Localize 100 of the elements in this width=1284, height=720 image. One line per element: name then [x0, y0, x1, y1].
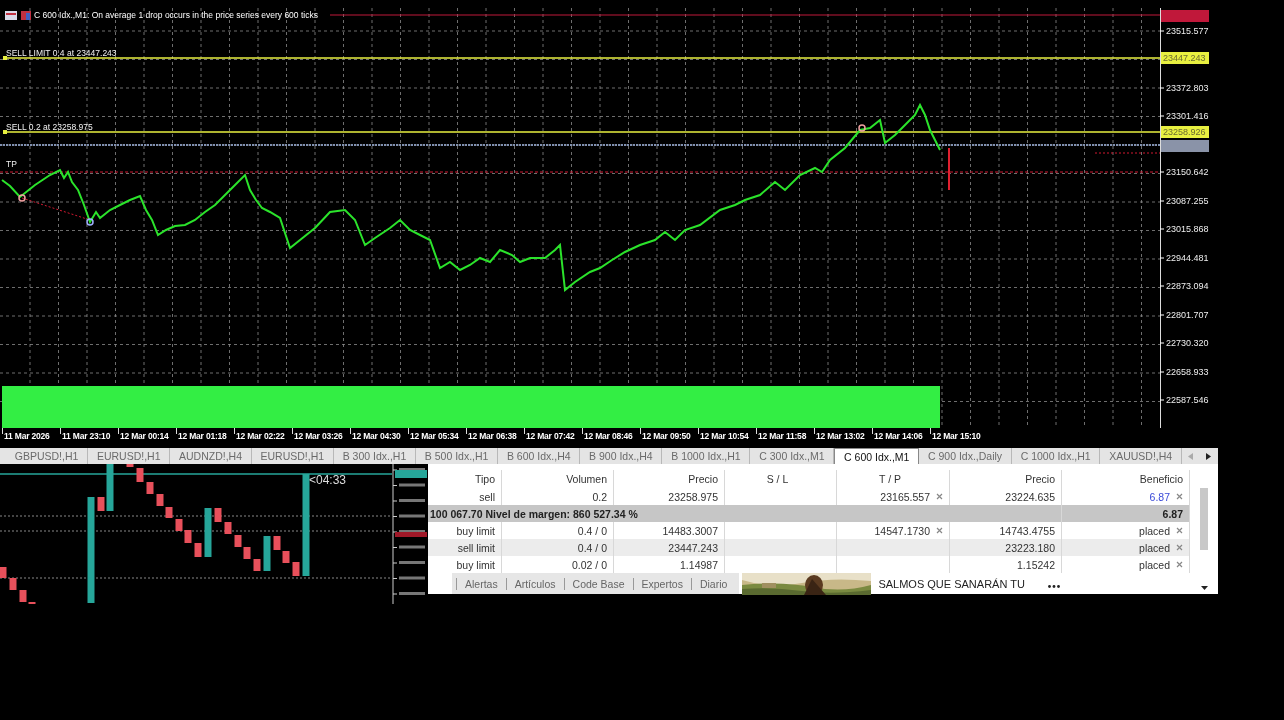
candlestick — [263, 536, 271, 571]
scrollbar-thumb[interactable] — [1200, 488, 1208, 550]
column-header[interactable]: S / L — [766, 473, 789, 485]
table-cell: placed — [1139, 541, 1170, 554]
chart-icon — [21, 11, 31, 20]
terminal-tab[interactable]: Alertas — [456, 577, 506, 590]
price-axis-label: 23301.416 — [1166, 111, 1209, 121]
table-cell: buy limit — [456, 558, 495, 571]
chart-tab[interactable]: C 600 Idx.,M1 — [834, 448, 920, 464]
countdown-label: <04:33 — [309, 473, 347, 487]
right-arrow-icon — [1206, 452, 1212, 460]
time-axis-label: 12 Mar 08:46 — [584, 431, 633, 441]
candlestick — [194, 543, 202, 557]
table-cell: buy limit — [456, 524, 495, 537]
table-cell: 14743.4755 — [999, 524, 1055, 537]
down-arrow-icon — [1200, 586, 1208, 590]
table-cell: 1.14987 — [680, 558, 718, 571]
candlestick — [9, 578, 17, 590]
time-axis-label: 12 Mar 10:54 — [700, 431, 749, 441]
table-cell: 0.4 / 0 — [577, 524, 607, 537]
candlestick — [214, 508, 222, 522]
time-axis-label: 12 Mar 02:22 — [236, 431, 285, 441]
table-cell: placed — [1139, 524, 1170, 537]
table-cell: sell limit — [457, 541, 495, 554]
candlestick — [253, 559, 261, 571]
column-header[interactable]: Precio — [688, 473, 718, 485]
column-header[interactable]: Volumen — [566, 473, 607, 485]
time-axis-label: 12 Mar 15:10 — [932, 431, 981, 441]
price-axis-label: 23015.868 — [1166, 224, 1209, 234]
table-cell: placed — [1139, 558, 1170, 571]
entry-marker — [86, 218, 94, 226]
price-axis-label: 22730.320 — [1166, 338, 1209, 348]
terminal-tab[interactable]: Code Base — [563, 577, 633, 590]
table-cell: 0.2 — [592, 490, 607, 503]
time-axis-label: 12 Mar 09:50 — [642, 431, 691, 441]
terminal-tab[interactable]: Diario — [690, 577, 736, 590]
table-cell: 0.4 / 0 — [577, 541, 607, 554]
price-axis-label: 22587.546 — [1166, 395, 1209, 405]
time-axis-label: 12 Mar 06:38 — [468, 431, 517, 441]
chart-title: C 600 Idx.,M1: On average 1 drop occurs in the price series every 600 ticks — [34, 10, 318, 20]
column-header[interactable]: Tipo — [474, 473, 495, 485]
price-axis-label: 22944.481 — [1166, 253, 1209, 263]
time-axis-label: 11 Mar 2026 — [4, 431, 50, 441]
price-axis-label: 23087.255 — [1166, 196, 1209, 206]
table-cell: 14547.1730 — [874, 524, 930, 537]
order-label: SELL 0.2 at 23258.975 — [6, 122, 93, 132]
candlestick — [136, 468, 144, 482]
price-axis-label: 23515.577 — [1166, 26, 1209, 36]
candlestick — [0, 567, 7, 578]
ad-headline[interactable]: SALMOS QUE SANARÁN TU — [878, 577, 1025, 590]
close-icon[interactable] — [936, 493, 943, 500]
price-tag — [1161, 10, 1209, 22]
time-axis-label: 12 Mar 14:06 — [874, 431, 923, 441]
price-tag: 23258.926 — [1161, 126, 1209, 138]
table-cell: 23447.243 — [668, 541, 718, 554]
table-cell: 14483.3007 — [662, 524, 718, 537]
price-tag: 23447.243 — [1161, 52, 1209, 64]
close-icon[interactable] — [1176, 493, 1183, 500]
time-axis-label: 11 Mar 23:10 — [62, 431, 111, 441]
price-tag — [395, 532, 427, 537]
candlestick — [146, 482, 154, 494]
price-axis-label: 23372.803 — [1166, 83, 1209, 93]
stop-line — [1094, 152, 1161, 154]
time-axis-label: 12 Mar 07:42 — [526, 431, 575, 441]
price-axis-label: 23150.642 — [1166, 167, 1209, 177]
order-label: SELL LIMIT 0.4 at 23447.243 — [6, 48, 117, 58]
terminal-tab[interactable]: Artículos — [505, 577, 564, 590]
take-profit-label: TP — [6, 159, 17, 169]
close-icon[interactable] — [1176, 561, 1183, 568]
close-icon[interactable] — [936, 527, 943, 534]
time-axis-label: 12 Mar 11:58 — [758, 431, 807, 441]
more-icon — [1048, 584, 1060, 588]
window-icon — [5, 11, 17, 20]
time-axis-label: 12 Mar 04:30 — [352, 431, 401, 441]
close-icon[interactable] — [1176, 544, 1183, 551]
table-cell: 23223.180 — [1005, 541, 1055, 554]
candlestick — [204, 508, 212, 557]
time-axis-label: 12 Mar 03:26 — [294, 431, 343, 441]
time-axis-label: 12 Mar 00:14 — [120, 431, 169, 441]
price-axis-label: 22873.094 — [1166, 281, 1209, 291]
table-cell: 23258.975 — [668, 490, 718, 503]
price-tag — [395, 470, 427, 478]
price-axis-label: 22801.707 — [1166, 310, 1209, 320]
close-icon[interactable] — [1176, 527, 1183, 534]
column-header[interactable]: Beneficio — [1139, 473, 1183, 485]
table-cell: 6.87 — [1162, 507, 1183, 520]
price-tag — [1161, 140, 1209, 152]
candlestick — [292, 562, 300, 576]
table-cell: 1.15242 — [1017, 558, 1055, 571]
candlestick — [224, 522, 232, 534]
time-axis-label: 12 Mar 13:02 — [816, 431, 865, 441]
table-cell: 23165.557 — [880, 490, 930, 503]
table-cell: sell — [479, 490, 495, 503]
time-axis-label: 12 Mar 05:34 — [410, 431, 459, 441]
table-cell: 0.02 / 0 — [571, 558, 607, 571]
column-header[interactable]: T / P — [879, 473, 901, 485]
table-cell: 6.87 — [1149, 490, 1170, 503]
column-header[interactable]: Precio — [1025, 473, 1055, 485]
entry-marker — [18, 194, 26, 202]
terminal-tab[interactable]: Expertos — [632, 577, 691, 590]
